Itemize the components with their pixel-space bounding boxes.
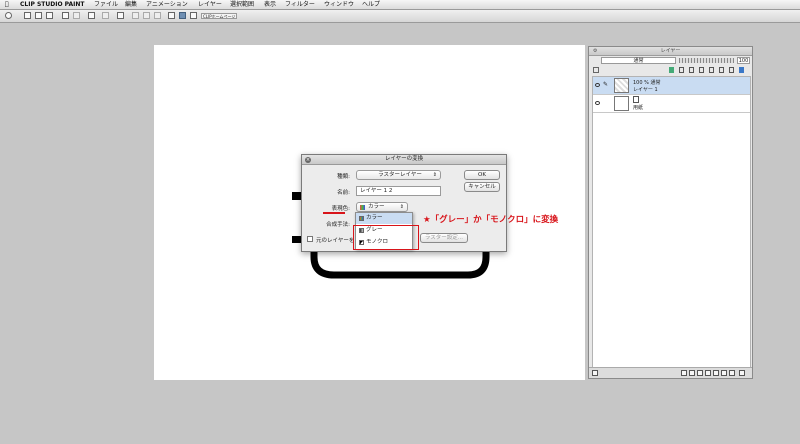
new-raster-layer-icon[interactable] (681, 370, 687, 376)
blend-mode-select[interactable]: 通常 (601, 57, 676, 64)
snap-ruler-icon[interactable] (168, 12, 175, 19)
clip-homepage-link[interactable]: CLIPホームページ (201, 13, 237, 19)
layer-row[interactable]: 用紙 (593, 95, 750, 113)
menu-layer[interactable]: レイヤー (198, 1, 222, 8)
color-label: 表現色: (331, 206, 350, 212)
option-color[interactable]: カラー (356, 213, 412, 224)
menu-bar:  CLIP STUDIO PAINT ファイル 編集 アニメーション レイヤー… (0, 0, 800, 10)
clip-icon[interactable] (669, 67, 674, 73)
menu-help[interactable]: ヘルプ (362, 1, 380, 8)
pen-icon: ✎ (603, 81, 609, 88)
name-label: 名前: (337, 190, 350, 196)
new-folder-icon[interactable] (697, 370, 703, 376)
eye-icon[interactable] (595, 101, 600, 105)
updown-chevron-icon: ⇕ (432, 172, 437, 178)
copy-icon[interactable] (143, 12, 150, 19)
color-select-value: カラー (368, 204, 385, 210)
save-icon[interactable] (46, 12, 53, 19)
new-vector-layer-icon[interactable] (689, 370, 695, 376)
color-select[interactable]: カラー ⇕ (356, 202, 408, 212)
updown-chevron-icon: ⇕ (399, 204, 404, 210)
loading-icon[interactable] (88, 12, 95, 19)
menu-view[interactable]: 表示 (264, 1, 276, 8)
layer-color-icon[interactable] (739, 67, 744, 73)
menu-window[interactable]: ウィンドウ (324, 1, 354, 8)
layer-thumbnail (614, 78, 629, 93)
delete-layer-icon[interactable] (739, 370, 745, 376)
palette-color-icon[interactable] (593, 67, 599, 73)
paste-icon[interactable] (154, 12, 161, 19)
snap-special-ruler-icon[interactable] (179, 12, 186, 19)
cut-icon[interactable] (132, 12, 139, 19)
opacity-value[interactable]: 100 (737, 57, 750, 64)
keep-original-checkbox[interactable] (307, 236, 313, 242)
panel-menu-icon[interactable]: ⚙ (593, 48, 597, 54)
layer-panel-footer (589, 367, 752, 378)
undo-icon[interactable] (62, 12, 69, 19)
ok-button[interactable]: OK (464, 170, 500, 180)
keep-original-label: 元のレイヤーを残す (316, 238, 354, 244)
eye-icon[interactable] (595, 83, 600, 87)
layer-list: ✎ 100 % 通常 レイヤー 1 用紙 (592, 76, 751, 368)
layer-panel: レイヤー ⚙ 通常 100 ✎ 100 % 通常 レイヤー 1 用紙 (588, 46, 753, 379)
layer-thumbnail (614, 96, 629, 111)
ruler-icon[interactable] (729, 67, 734, 73)
highlight-box (353, 225, 419, 250)
type-select[interactable]: ラスターレイヤー ⇕ (356, 170, 441, 180)
layer-panel-title: レイヤー (589, 47, 752, 56)
menu-filter[interactable]: フィルター (285, 1, 315, 8)
open-file-icon[interactable] (35, 12, 42, 19)
layer-row[interactable]: ✎ 100 % 通常 レイヤー 1 (593, 77, 750, 95)
menu-animation[interactable]: アニメーション (146, 1, 188, 8)
command-bar: CLIPホームページ (0, 10, 800, 23)
transform-icon[interactable] (117, 12, 124, 19)
menu-app-name[interactable]: CLIP STUDIO PAINT (20, 1, 84, 8)
lock-transparency-icon[interactable] (709, 67, 714, 73)
close-icon[interactable]: × (305, 156, 311, 163)
layer-name: 用紙 (633, 105, 644, 111)
clip-studio-icon[interactable] (5, 12, 12, 19)
reference-layer-icon[interactable] (679, 67, 684, 73)
redo-icon[interactable] (73, 12, 80, 19)
cancel-button[interactable]: キャンセル (464, 182, 500, 192)
name-field[interactable]: レイヤー 1 2 (356, 186, 441, 196)
ruler-layer-icon[interactable] (729, 370, 735, 376)
color-swatch-icon (360, 205, 365, 210)
annotation-text: ★「グレー」か「モノクロ」に変換 (423, 215, 559, 225)
mask-layer-icon[interactable] (713, 370, 719, 376)
mask-icon[interactable] (719, 67, 724, 73)
apply-mask-icon[interactable] (721, 370, 727, 376)
opacity-slider[interactable] (679, 58, 734, 63)
dialog-title: レイヤーの変換 (384, 156, 424, 162)
lock-icon[interactable] (699, 67, 704, 73)
deselect-icon[interactable] (102, 12, 109, 19)
panel-options-icon[interactable] (592, 370, 598, 376)
option-color-label: カラー (366, 215, 383, 221)
dialog-titlebar: × レイヤーの変換 (302, 155, 506, 165)
snap-grid-icon[interactable] (190, 12, 197, 19)
menu-file[interactable]: ファイル (94, 1, 118, 8)
layer-opacity-mode: 100 % 通常 (633, 80, 661, 86)
blend-label: 合成手法: (326, 222, 350, 228)
menu-edit[interactable]: 編集 (125, 1, 137, 8)
new-file-icon[interactable] (24, 12, 31, 19)
type-label: 種類: (337, 174, 350, 180)
merge-down-icon[interactable] (705, 370, 711, 376)
draft-layer-icon[interactable] (689, 67, 694, 73)
menu-selection[interactable]: 選択範囲 (230, 1, 254, 8)
paper-icon (633, 96, 639, 103)
apple-icon[interactable]:  (5, 1, 9, 8)
color-swatch-icon (359, 216, 364, 221)
color-label-underline (323, 212, 345, 214)
type-select-value: ラスターレイヤー (378, 172, 422, 178)
raster-settings-button[interactable]: ラスター設定... (420, 233, 468, 243)
layer-name: レイヤー 1 (633, 87, 658, 93)
